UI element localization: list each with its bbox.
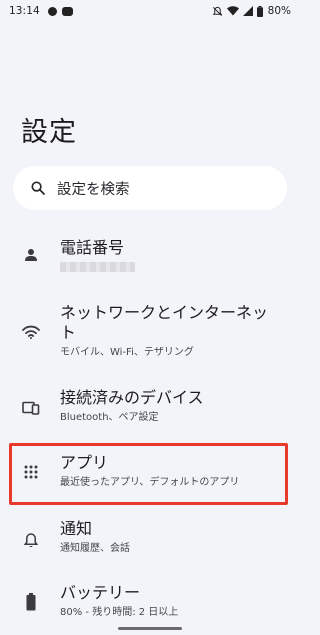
settings-screen: 13:14 80% 設定 設定を検索 電話番号 ネットワークとインターネッ ト … [0, 0, 301, 635]
battery-icon [256, 5, 263, 17]
status-indicators: 80% [212, 5, 291, 17]
redacted-phone-number [60, 262, 135, 272]
signal-icon [242, 6, 253, 16]
status-time: 13:14 [9, 5, 40, 17]
wifi-icon [21, 322, 41, 342]
item-subtitle: 通知履歴、会話 [60, 543, 130, 554]
page-title: 設定 [21, 117, 77, 148]
item-title: バッテリー [60, 583, 141, 602]
gesture-nav-handle[interactable] [118, 627, 182, 630]
item-title-line1: ネットワークとインターネッ [60, 303, 269, 322]
battery-icon [21, 592, 41, 612]
line-icon [61, 6, 73, 16]
search-icon [31, 181, 45, 195]
settings-item-notifications[interactable]: 通知 通知履歴、会話 [0, 516, 301, 562]
battery-percent: 80% [267, 5, 291, 17]
settings-item-battery[interactable]: バッテリー 80% - 残り時間: 2 日以上 [0, 580, 301, 626]
item-title: 接続済みのデバイス [60, 388, 204, 407]
settings-item-network-internet[interactable]: ネットワークとインターネッ ト モバイル、Wi-Fi、テザリング [0, 298, 301, 368]
item-title: 通知 [60, 519, 93, 538]
search-placeholder: 設定を検索 [57, 181, 130, 198]
person-icon [21, 245, 41, 265]
settings-item-connected-devices[interactable]: 接続済みのデバイス Bluetooth、ペア設定 [0, 385, 301, 431]
item-subtitle: 80% - 残り時間: 2 日以上 [60, 607, 179, 618]
highlight-frame [9, 443, 288, 505]
status-bar: 13:14 80% [0, 0, 301, 22]
item-subtitle: Bluetooth、ペア設定 [60, 412, 159, 423]
devices-icon [21, 398, 41, 418]
settings-item-phone-number[interactable]: 電話番号 [0, 232, 301, 284]
item-title: 電話番号 [60, 238, 125, 257]
search-bar[interactable]: 設定を検索 [13, 166, 287, 210]
wifi-icon [226, 6, 239, 16]
facebook-icon [47, 6, 57, 16]
mute-icon [212, 6, 223, 17]
item-subtitle: モバイル、Wi-Fi、テザリング [60, 347, 194, 358]
item-title-line2: ト [60, 323, 77, 342]
bell-icon [21, 530, 41, 550]
